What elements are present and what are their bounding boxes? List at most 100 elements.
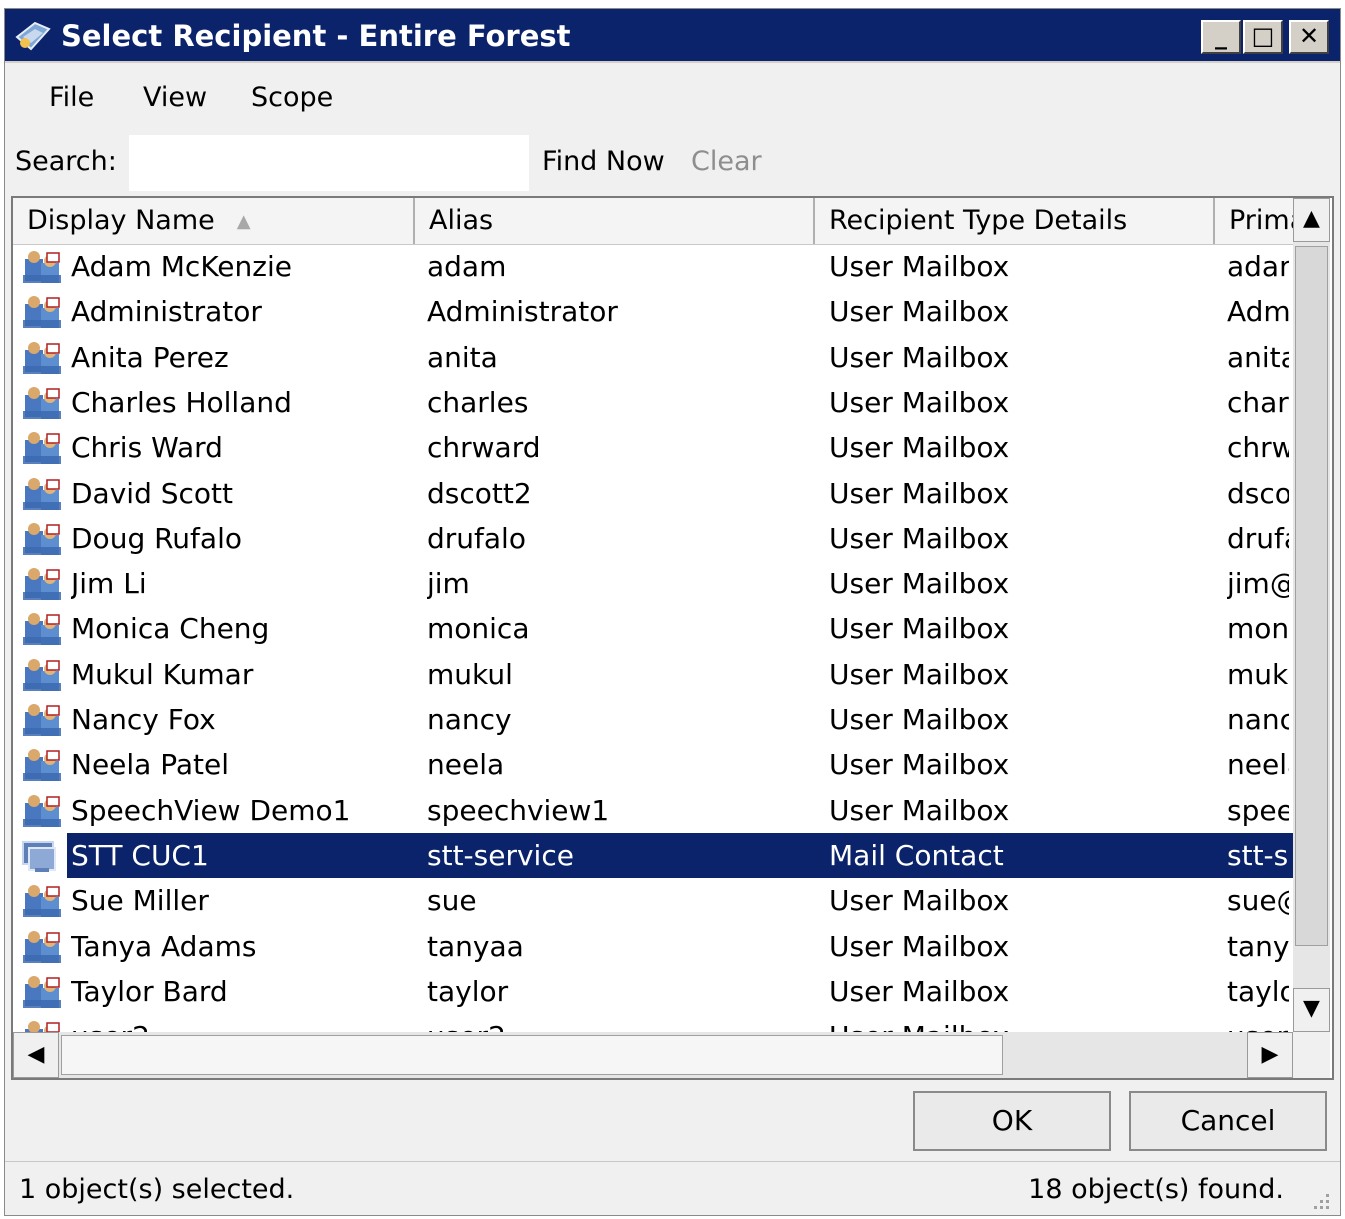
table-row[interactable]: Neela Patel neela User Mailbox neela: [13, 742, 1293, 787]
app-icon: [15, 21, 51, 51]
primary-address-cell: drufa: [1227, 521, 1289, 555]
display-name-cell: Taylor Bard: [71, 974, 228, 1008]
primary-address-cell: moni: [1227, 612, 1289, 646]
user-mailbox-icon: [23, 432, 61, 465]
alias-cell: Administrator: [427, 295, 618, 329]
alias-cell: speechview1: [427, 793, 610, 827]
find-now-button[interactable]: Find Now: [542, 145, 665, 179]
table-row[interactable]: David Scott dscott2 User Mailbox dsco: [13, 471, 1293, 516]
display-name-cell: Charles Holland: [71, 385, 292, 419]
scroll-right-button[interactable]: ▶: [1247, 1032, 1293, 1078]
display-name-cell: David Scott: [71, 476, 233, 510]
recipient-type-cell: Mail Contact: [829, 838, 1004, 872]
search-input[interactable]: [129, 135, 529, 191]
horizontal-scroll-thumb[interactable]: [61, 1035, 1003, 1075]
recipient-type-cell: User Mailbox: [829, 703, 1010, 736]
resize-grip-icon[interactable]: [1308, 1188, 1332, 1212]
table-row[interactable]: Administrator Administrator User Mailbox Ad…: [13, 289, 1293, 334]
scroll-left-icon: ◀: [27, 1042, 45, 1067]
minimize-icon: _: [1215, 22, 1227, 50]
display-name-cell: Sue Miller: [71, 884, 209, 918]
primary-address-cell: neela: [1227, 748, 1289, 782]
recipient-list[interactable]: Display Name ▲ Alias Recipient Type Detai…: [11, 196, 1334, 1080]
display-name-cell: Chris Ward: [71, 431, 223, 465]
table-row[interactable]: STT CUC1 stt-service Mail Contact stt-se: [13, 832, 1293, 878]
clear-button[interactable]: Clear: [691, 145, 762, 179]
table-row[interactable]: Nancy Fox nancy User Mailbox nanc: [13, 697, 1293, 742]
table-row[interactable]: Anita Perez anita User Mailbox anita: [13, 335, 1293, 380]
scroll-down-button[interactable]: ▼: [1293, 988, 1330, 1032]
status-found-count: 18 object(s) found.: [1028, 1174, 1284, 1205]
alias-cell: sue: [427, 884, 477, 918]
maximize-button[interactable]: □: [1243, 20, 1283, 54]
vertical-scroll-thumb[interactable]: [1295, 246, 1328, 946]
menu-scope[interactable]: Scope: [251, 81, 333, 115]
table-row[interactable]: Monica Cheng monica User Mailbox moni: [13, 606, 1293, 651]
display-name-cell: Tanya Adams: [71, 929, 257, 963]
alias-cell: user2: [427, 1014, 807, 1034]
title-bar[interactable]: Select Recipient - Entire Forest _ □ ✕: [5, 9, 1340, 63]
primary-address-cell: anita: [1227, 340, 1289, 374]
user-mailbox-icon: [23, 296, 61, 329]
primary-address-cell: Admi: [1227, 295, 1289, 329]
list-header: Display Name ▲ Alias Recipient Type Detai…: [13, 198, 1293, 245]
cancel-button[interactable]: Cancel: [1129, 1091, 1327, 1151]
table-row[interactable]: Adam McKenzie adam User Mailbox adan: [13, 244, 1293, 289]
scroll-left-button[interactable]: ◀: [13, 1032, 59, 1078]
recipient-type-cell: User Mailbox: [829, 431, 1010, 465]
vertical-scrollbar[interactable]: ▲ ▼: [1293, 198, 1330, 1032]
window-title: Select Recipient - Entire Forest: [61, 19, 571, 53]
menu-view[interactable]: View: [143, 81, 207, 115]
alias-cell: adam: [427, 250, 507, 283]
minimize-button[interactable]: _: [1201, 20, 1241, 54]
column-header-display-name[interactable]: Display Name ▲: [13, 198, 415, 244]
alias-cell: charles: [427, 385, 529, 419]
user-mailbox-icon: [23, 794, 61, 827]
user-mailbox-icon: [23, 386, 61, 419]
recipient-type-cell: User Mailbox: [829, 612, 1010, 646]
table-row[interactable]: Jim Li jim User Mailbox jim@: [13, 561, 1293, 606]
display-name-cell: Anita Perez: [71, 340, 229, 374]
table-row[interactable]: user2 user2 User Mailbox user: [13, 1014, 1293, 1034]
primary-address-cell: nanc: [1227, 703, 1289, 736]
table-row[interactable]: Mukul Kumar mukul User Mailbox muku: [13, 652, 1293, 697]
user-mailbox-icon: [23, 930, 61, 963]
primary-address-cell: jim@: [1227, 567, 1289, 601]
user-mailbox-icon: [23, 477, 61, 510]
table-row[interactable]: Sue Miller sue User Mailbox sue@: [13, 878, 1293, 923]
column-header-recipient-type[interactable]: Recipient Type Details: [815, 198, 1215, 244]
status-selected-count: 1 object(s) selected.: [19, 1174, 295, 1205]
display-name-cell: Mukul Kumar: [71, 657, 254, 691]
primary-address-cell: tanya: [1227, 929, 1289, 963]
list-rows: Adam McKenzie adam User Mailbox adan Adminis…: [13, 244, 1293, 1034]
horizontal-scrollbar[interactable]: ◀ ▶: [13, 1032, 1293, 1078]
user-mailbox-icon: [23, 704, 61, 736]
primary-address-cell: stt-se: [1227, 838, 1289, 872]
recipient-type-cell: User Mailbox: [829, 1014, 1209, 1034]
table-row[interactable]: SpeechView Demo1 speechview1 User Mailbox s…: [13, 788, 1293, 833]
table-row[interactable]: Tanya Adams tanyaa User Mailbox tanya: [13, 924, 1293, 969]
ok-button[interactable]: OK: [913, 1091, 1111, 1151]
table-row[interactable]: Chris Ward chrward User Mailbox chrw: [13, 425, 1293, 470]
menu-bar: File View Scope: [5, 65, 1340, 131]
column-header-primary[interactable]: Prima: [1215, 198, 1293, 244]
primary-address-cell: charl: [1227, 385, 1289, 419]
sort-ascending-icon: ▲: [236, 210, 251, 232]
search-label: Search:: [15, 146, 117, 177]
recipient-type-cell: User Mailbox: [829, 974, 1010, 1008]
column-header-label: Display Name: [27, 205, 215, 236]
alias-cell: drufalo: [427, 521, 526, 555]
table-row[interactable]: Taylor Bard taylor User Mailbox taylo: [13, 969, 1293, 1014]
close-button[interactable]: ✕: [1289, 20, 1329, 54]
scrollbar-corner: [1293, 1032, 1330, 1078]
table-row[interactable]: Doug Rufalo drufalo User Mailbox drufa: [13, 516, 1293, 561]
column-header-alias[interactable]: Alias: [415, 198, 815, 244]
table-row[interactable]: Charles Holland charles User Mailbox charl: [13, 380, 1293, 425]
alias-cell: neela: [427, 748, 505, 782]
menu-file[interactable]: File: [49, 81, 94, 115]
display-name-cell: SpeechView Demo1: [71, 793, 351, 827]
primary-address-cell: adan: [1227, 250, 1289, 283]
alias-cell: nancy: [427, 703, 512, 736]
scroll-up-button[interactable]: ▲: [1293, 198, 1330, 242]
primary-address-cell: user: [1227, 1014, 1289, 1034]
